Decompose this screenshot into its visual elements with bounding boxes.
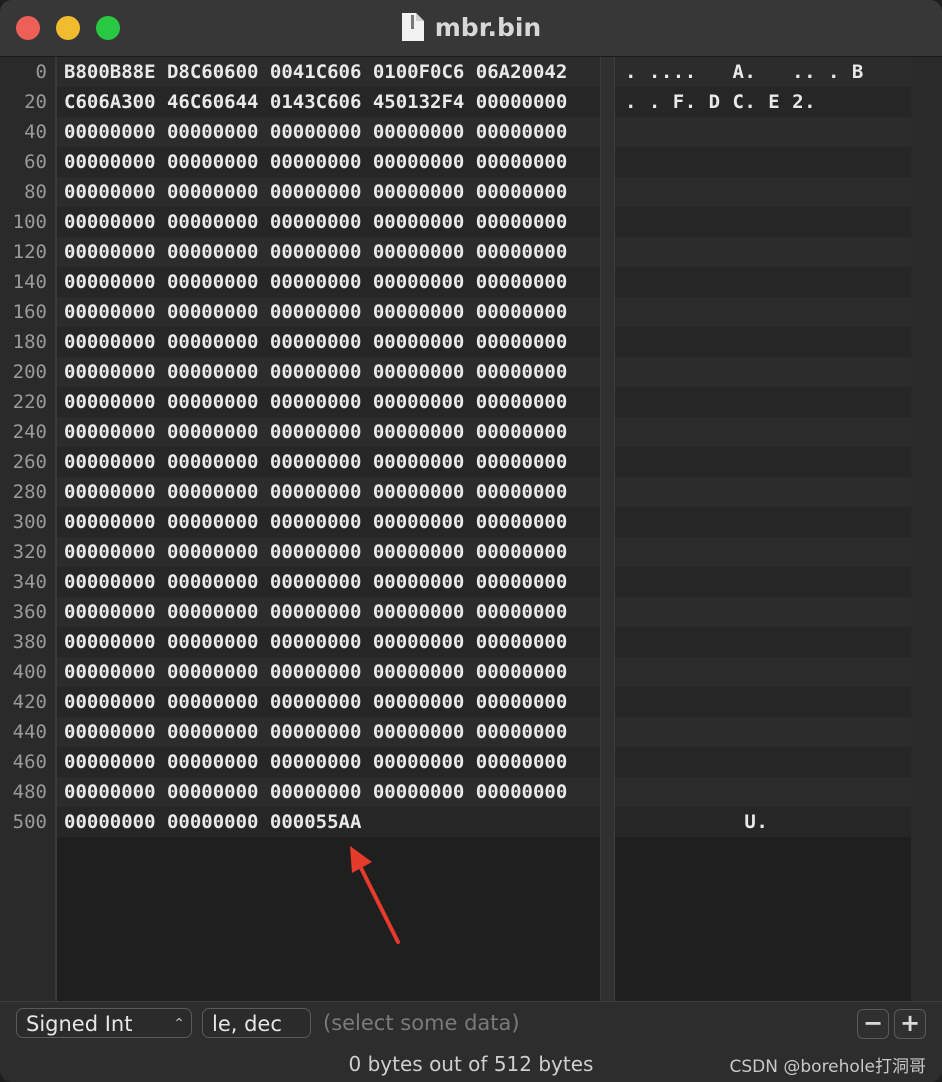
offset-label: 440 bbox=[12, 721, 47, 743]
hex-row[interactable]: 00000000 00000000 00000000 00000000 0000… bbox=[57, 267, 600, 297]
hex-row[interactable]: 00000000 00000000 00000000 00000000 0000… bbox=[57, 177, 600, 207]
ascii-row[interactable] bbox=[615, 117, 911, 147]
ascii-row[interactable] bbox=[615, 747, 911, 777]
data-type-select[interactable]: Signed Int ⌃ bbox=[16, 1008, 192, 1038]
watermark: CSDN @borehole打洞哥 bbox=[729, 1057, 927, 1077]
ascii-row[interactable] bbox=[615, 657, 911, 687]
hex-row[interactable]: 00000000 00000000 00000000 00000000 0000… bbox=[57, 747, 600, 777]
ascii-row[interactable] bbox=[615, 777, 911, 807]
hex-row[interactable]: 00000000 00000000 00000000 00000000 0000… bbox=[57, 477, 600, 507]
offset-label: 320 bbox=[12, 541, 47, 563]
plus-button[interactable]: + bbox=[894, 1009, 926, 1039]
column-divider[interactable] bbox=[600, 57, 615, 1001]
offset-label: 500 bbox=[12, 811, 47, 833]
offset-label: 380 bbox=[12, 631, 47, 653]
ascii-row[interactable] bbox=[615, 717, 911, 747]
hex-row[interactable]: 00000000 00000000 00000000 00000000 0000… bbox=[57, 327, 600, 357]
title-group: mbr.bin bbox=[0, 10, 942, 44]
offset-label: 180 bbox=[12, 331, 47, 353]
chevron-updown-icon: ⌃ bbox=[173, 1016, 185, 1032]
ascii-row[interactable] bbox=[615, 267, 911, 297]
ascii-row[interactable] bbox=[615, 177, 911, 207]
hex-row[interactable]: 00000000 00000000 00000000 00000000 0000… bbox=[57, 357, 600, 387]
offset-label: 340 bbox=[12, 571, 47, 593]
hex-editor-window: mbr.bin 0 20 40 60 80 100 120 140 160 180 200 220 24… bbox=[0, 0, 942, 1082]
offset-column: 0 20 40 60 80 100 120 140 160 180 200 220 240 260 280 3… bbox=[0, 57, 57, 1001]
ascii-row[interactable] bbox=[615, 357, 911, 387]
ascii-row[interactable] bbox=[615, 687, 911, 717]
hex-row[interactable]: C606A300 46C60644 0143C606 450132F4 0000… bbox=[57, 87, 600, 117]
offset-label: 120 bbox=[12, 241, 47, 263]
ascii-column[interactable]: . .... A. .. . B. . F. D C. E 2. U. bbox=[615, 57, 911, 1001]
hex-row[interactable]: 00000000 00000000 00000000 00000000 0000… bbox=[57, 597, 600, 627]
offset-label: 260 bbox=[12, 451, 47, 473]
offset-label: 80 bbox=[24, 181, 47, 203]
ascii-row[interactable] bbox=[615, 327, 911, 357]
ascii-row[interactable] bbox=[615, 237, 911, 267]
offset-label: 60 bbox=[24, 151, 47, 173]
hex-row[interactable]: 00000000 00000000 00000000 00000000 0000… bbox=[57, 237, 600, 267]
offset-label: 460 bbox=[12, 751, 47, 773]
hex-row[interactable]: 00000000 00000000 00000000 00000000 0000… bbox=[57, 297, 600, 327]
selection-hint: (select some data) bbox=[323, 1011, 520, 1035]
offset-label: 280 bbox=[12, 481, 47, 503]
offset-label: 200 bbox=[12, 361, 47, 383]
ascii-row[interactable] bbox=[615, 417, 911, 447]
ascii-row[interactable] bbox=[615, 477, 911, 507]
ascii-row[interactable] bbox=[615, 387, 911, 417]
offset-label: 300 bbox=[12, 511, 47, 533]
offset-label: 220 bbox=[12, 391, 47, 413]
offset-label: 100 bbox=[12, 211, 47, 233]
offset-label: 140 bbox=[12, 271, 47, 293]
ascii-row[interactable] bbox=[615, 597, 911, 627]
ascii-row[interactable] bbox=[615, 147, 911, 177]
data-type-value: Signed Int bbox=[26, 1012, 133, 1036]
ascii-row[interactable]: . .... A. .. . B bbox=[615, 57, 911, 87]
offset-label: 40 bbox=[24, 121, 47, 143]
ascii-row[interactable]: . . F. D C. E 2. bbox=[615, 87, 911, 117]
hex-row[interactable]: 00000000 00000000 00000000 00000000 0000… bbox=[57, 447, 600, 477]
hex-row[interactable]: 00000000 00000000 00000000 00000000 0000… bbox=[57, 777, 600, 807]
hex-row[interactable]: 00000000 00000000 00000000 00000000 0000… bbox=[57, 417, 600, 447]
window-title: mbr.bin bbox=[434, 12, 542, 42]
offset-label: 160 bbox=[12, 301, 47, 323]
right-gutter bbox=[911, 57, 942, 1001]
ascii-row[interactable] bbox=[615, 447, 911, 477]
hex-row[interactable]: 00000000 00000000 000055AA bbox=[57, 807, 600, 837]
document-icon bbox=[401, 13, 424, 41]
hex-column[interactable]: B800B88E D8C60600 0041C606 0100F0C6 06A2… bbox=[57, 57, 600, 1001]
ascii-row[interactable] bbox=[615, 627, 911, 657]
offset-label: 240 bbox=[12, 421, 47, 443]
encoding-value: le, dec bbox=[212, 1012, 282, 1036]
title-bar[interactable]: mbr.bin bbox=[0, 0, 942, 57]
ascii-row[interactable]: U. bbox=[615, 807, 911, 837]
minus-button[interactable]: − bbox=[857, 1009, 889, 1039]
offset-label: 20 bbox=[24, 91, 47, 113]
offset-label: 360 bbox=[12, 601, 47, 623]
ascii-row[interactable] bbox=[615, 537, 911, 567]
offset-label: 400 bbox=[12, 661, 47, 683]
hex-row[interactable]: 00000000 00000000 00000000 00000000 0000… bbox=[57, 207, 600, 237]
bottom-toolbar: Signed Int ⌃ le, dec (select some data) … bbox=[0, 1001, 942, 1082]
hex-row[interactable]: 00000000 00000000 00000000 00000000 0000… bbox=[57, 507, 600, 537]
hex-row[interactable]: 00000000 00000000 00000000 00000000 0000… bbox=[57, 117, 600, 147]
ascii-row[interactable] bbox=[615, 507, 911, 537]
hex-row[interactable]: 00000000 00000000 00000000 00000000 0000… bbox=[57, 567, 600, 597]
hex-row[interactable]: 00000000 00000000 00000000 00000000 0000… bbox=[57, 657, 600, 687]
offset-label: 420 bbox=[12, 691, 47, 713]
ascii-row[interactable] bbox=[615, 567, 911, 597]
offset-label: 0 bbox=[35, 61, 47, 83]
ascii-row[interactable] bbox=[615, 207, 911, 237]
hex-row[interactable]: 00000000 00000000 00000000 00000000 0000… bbox=[57, 717, 600, 747]
hex-row[interactable]: 00000000 00000000 00000000 00000000 0000… bbox=[57, 537, 600, 567]
hex-row[interactable]: 00000000 00000000 00000000 00000000 0000… bbox=[57, 627, 600, 657]
hex-row[interactable]: B800B88E D8C60600 0041C606 0100F0C6 06A2… bbox=[57, 57, 600, 87]
encoding-field[interactable]: le, dec bbox=[202, 1008, 311, 1038]
offset-label: 480 bbox=[12, 781, 47, 803]
hex-row[interactable]: 00000000 00000000 00000000 00000000 0000… bbox=[57, 687, 600, 717]
ascii-row[interactable] bbox=[615, 297, 911, 327]
hex-row[interactable]: 00000000 00000000 00000000 00000000 0000… bbox=[57, 387, 600, 417]
hex-row[interactable]: 00000000 00000000 00000000 00000000 0000… bbox=[57, 147, 600, 177]
